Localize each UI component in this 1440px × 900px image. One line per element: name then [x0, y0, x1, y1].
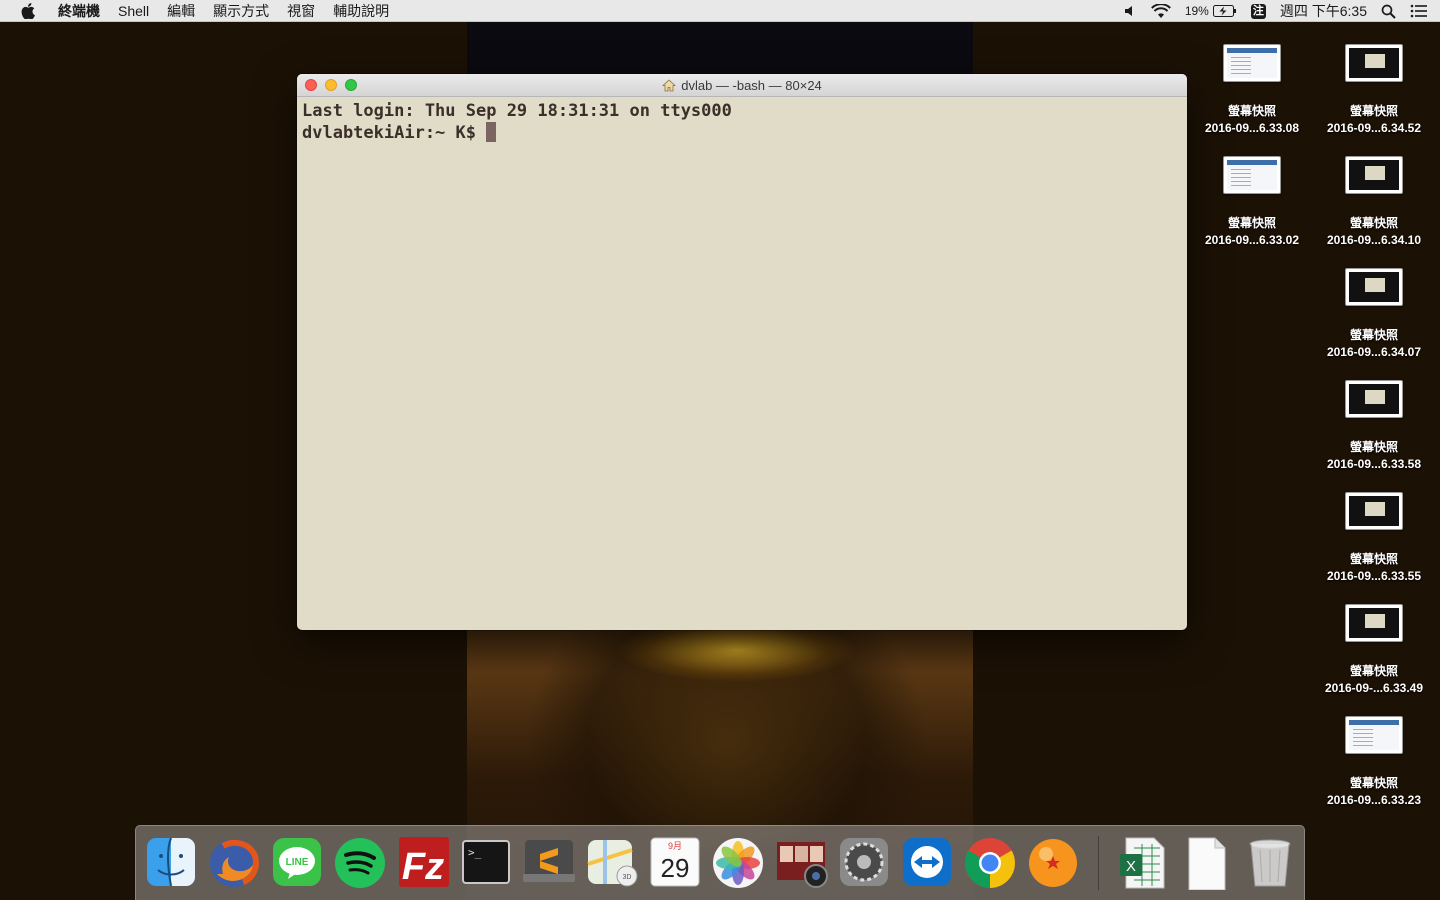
- file-name: 螢幕快照: [1227, 104, 1276, 118]
- dragon-ball-icon[interactable]: [1026, 834, 1080, 890]
- screenshot-thumbnail-icon: [1345, 604, 1403, 642]
- window-titlebar[interactable]: dvlab — -bash — 80×24: [297, 74, 1187, 97]
- minimize-button[interactable]: [325, 79, 337, 91]
- dock: LINE Fz >_ 3D 9月 29 X: [135, 825, 1305, 900]
- menu-bar: 終端機 Shell 編輯 顯示方式 視窗 輔助說明 19% 注 週四 下午6:3…: [0, 0, 1440, 22]
- file-name: 螢幕快照: [1349, 776, 1398, 790]
- terminal-icon[interactable]: >_: [459, 834, 513, 890]
- file-name: 螢幕快照: [1349, 664, 1398, 678]
- system-preferences-icon[interactable]: [837, 834, 891, 890]
- photos-icon[interactable]: [711, 834, 765, 890]
- desktop-file-screenshot[interactable]: 螢幕快照 2016-09...6.33.23: [1314, 716, 1434, 807]
- calendar-icon[interactable]: 9月 29: [648, 834, 702, 890]
- spotlight-search-icon[interactable]: [1381, 0, 1396, 22]
- svg-text:>_: >_: [468, 846, 482, 859]
- file-name-detail: 2016-09...6.33.23: [1326, 793, 1422, 807]
- battery-charging-icon: [1212, 5, 1236, 17]
- menu-help[interactable]: 輔助說明: [324, 0, 398, 22]
- menu-app-name[interactable]: 終端機: [49, 0, 109, 22]
- firefox-icon[interactable]: [207, 834, 261, 890]
- svg-text:X: X: [1126, 858, 1136, 875]
- svg-text:3D: 3D: [623, 874, 632, 881]
- file-name-detail: 2016-09...6.33.55: [1326, 569, 1422, 583]
- chrome-icon[interactable]: [963, 834, 1017, 890]
- status-area: 19% 注 週四 下午6:35: [1123, 0, 1428, 22]
- screenshot-thumbnail-icon: [1223, 156, 1281, 194]
- filezilla-icon[interactable]: Fz: [396, 834, 450, 890]
- screenshot-thumbnail-icon: [1345, 716, 1403, 754]
- notification-center-icon[interactable]: [1410, 0, 1428, 22]
- dock-separator: [1098, 836, 1099, 890]
- file-name: 螢幕快照: [1349, 216, 1398, 230]
- blank-document-icon[interactable]: [1179, 834, 1233, 891]
- input-method-icon[interactable]: 注: [1250, 3, 1266, 19]
- home-folder-icon: [662, 78, 677, 91]
- screenshot-thumbnail-icon: [1345, 44, 1403, 82]
- battery-indicator[interactable]: 19%: [1185, 0, 1237, 22]
- desktop-file-screenshot[interactable]: 螢幕快照 2016-09...6.33.55: [1314, 492, 1434, 583]
- photo-booth-icon[interactable]: [774, 834, 828, 890]
- desktop-file-screenshot[interactable]: 螢幕快照 2016-09...6.33.08: [1192, 44, 1312, 135]
- file-name-detail: 2016-09...6.34.52: [1326, 121, 1422, 135]
- menu-view[interactable]: 顯示方式: [204, 0, 278, 22]
- file-name-detail: 2016-09...6.33.02: [1204, 233, 1300, 247]
- menu-window[interactable]: 視窗: [278, 0, 324, 22]
- desktop-file-screenshot[interactable]: 螢幕快照 2016-09...6.34.07: [1314, 268, 1434, 359]
- screenshot-thumbnail-icon: [1223, 44, 1281, 82]
- screenshot-thumbnail-icon: [1345, 268, 1403, 306]
- file-name: 螢幕快照: [1349, 328, 1398, 342]
- sublime-text-icon[interactable]: [522, 834, 576, 890]
- desktop-file-screenshot[interactable]: 螢幕快照 2016-09...6.33.58: [1314, 380, 1434, 471]
- file-name-detail: 2016-09...6.34.10: [1326, 233, 1422, 247]
- svg-text:Fz: Fz: [402, 846, 444, 888]
- terminal-content[interactable]: Last login: Thu Sep 29 18:31:31 on ttys0…: [297, 97, 1187, 147]
- wifi-icon[interactable]: [1150, 0, 1171, 22]
- excel-icon[interactable]: X: [1116, 834, 1170, 890]
- file-name-detail: 2016-09...6.34.07: [1326, 345, 1422, 359]
- file-name: 螢幕快照: [1349, 440, 1398, 454]
- terminal-cursor: [486, 122, 497, 142]
- teamviewer-icon[interactable]: [900, 834, 954, 890]
- window-title: dvlab — -bash — 80×24: [662, 78, 822, 93]
- desktop-file-screenshot[interactable]: 螢幕快照 2016-09...6.33.02: [1192, 156, 1312, 247]
- maps-icon[interactable]: 3D: [585, 834, 639, 890]
- spotify-icon[interactable]: [333, 834, 387, 890]
- terminal-line: Last login: Thu Sep 29 18:31:31 on ttys0…: [302, 101, 732, 121]
- file-name: 螢幕快照: [1349, 104, 1398, 118]
- zoom-button[interactable]: [345, 79, 357, 91]
- line-icon[interactable]: LINE: [270, 834, 324, 890]
- window-title-text: dvlab — -bash — 80×24: [681, 77, 822, 93]
- menubar-clock[interactable]: 週四 下午6:35: [1280, 1, 1367, 21]
- desktop-file-screenshot[interactable]: 螢幕快照 2016-09...6.34.52: [1314, 44, 1434, 135]
- battery-percent: 19%: [1184, 4, 1209, 18]
- calendar-day: 29: [661, 853, 690, 883]
- screenshot-thumbnail-icon: [1345, 156, 1403, 194]
- desktop-file-screenshot[interactable]: 螢幕快照 2016-09-...6.33.49: [1314, 604, 1434, 695]
- close-button[interactable]: [305, 79, 317, 91]
- svg-text:LINE: LINE: [286, 857, 309, 868]
- terminal-window[interactable]: dvlab — -bash — 80×24 Last login: Thu Se…: [297, 74, 1187, 630]
- menu-shell[interactable]: Shell: [109, 0, 158, 22]
- trash-icon[interactable]: [1243, 834, 1297, 890]
- file-name-detail: 2016-09...6.33.58: [1326, 457, 1422, 471]
- file-name-detail: 2016-09-...6.33.49: [1324, 681, 1424, 695]
- apple-icon[interactable]: [17, 0, 39, 22]
- finder-icon[interactable]: [144, 834, 198, 890]
- file-name: 螢幕快照: [1349, 552, 1398, 566]
- terminal-prompt: dvlabtekiAir:~ K$: [302, 123, 487, 143]
- terminal-prompt-line: dvlabtekiAir:~ K$: [302, 122, 1182, 144]
- screenshot-thumbnail-icon: [1345, 492, 1403, 530]
- desktop-file-screenshot[interactable]: 螢幕快照 2016-09...6.34.10: [1314, 156, 1434, 247]
- volume-icon[interactable]: [1123, 0, 1137, 22]
- menu-edit[interactable]: 編輯: [158, 0, 204, 22]
- screenshot-thumbnail-icon: [1345, 380, 1403, 418]
- file-name: 螢幕快照: [1227, 216, 1276, 230]
- calendar-month: 9月: [668, 841, 682, 851]
- file-name-detail: 2016-09...6.33.08: [1204, 121, 1300, 135]
